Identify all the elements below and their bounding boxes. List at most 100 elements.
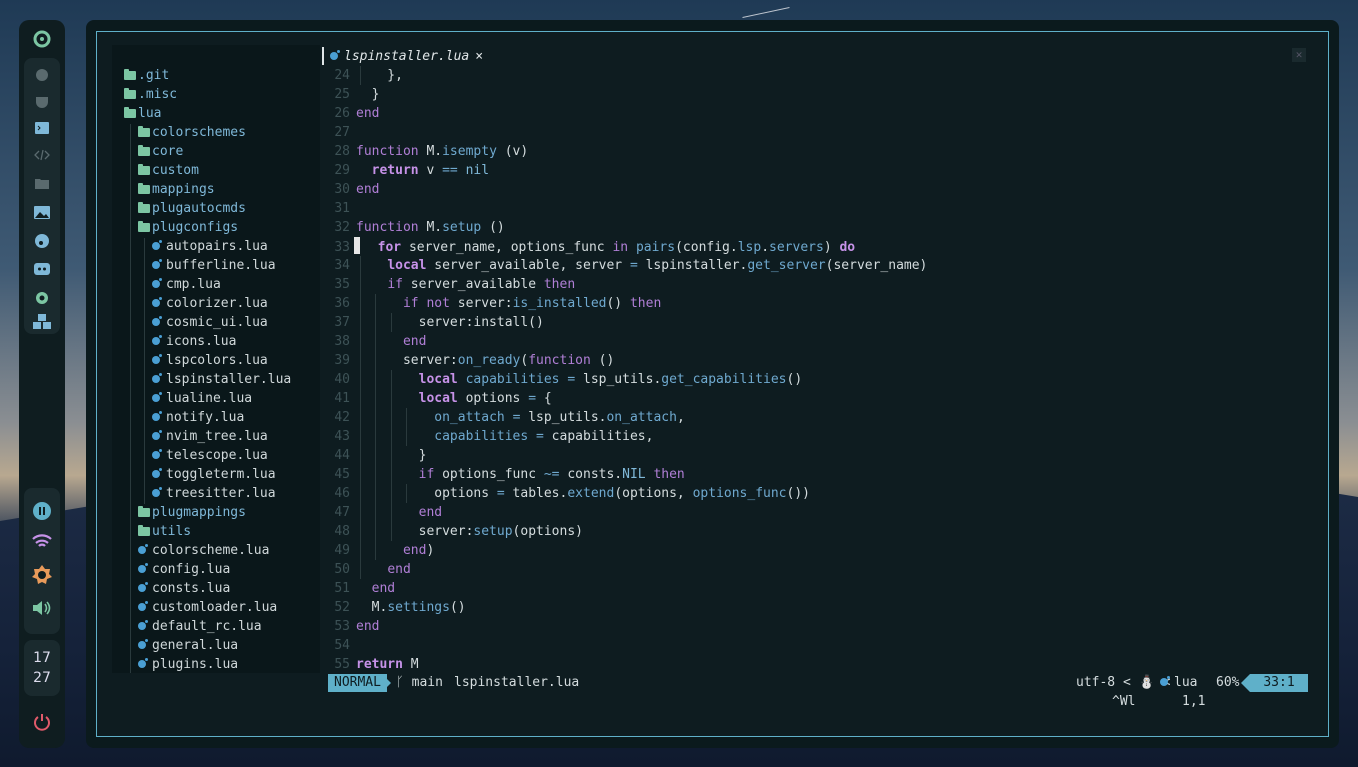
code-line[interactable]: 43 capabilities = capabilities, — [322, 427, 927, 446]
code-line[interactable]: 37 server:install() — [322, 313, 927, 332]
tree-folder[interactable]: plugautocmds — [138, 199, 246, 218]
firefox-icon[interactable] — [32, 65, 52, 85]
tab-filename[interactable]: lspinstaller.lua — [344, 49, 469, 64]
code-line[interactable]: 32 function M.setup () — [322, 218, 927, 237]
cubes-icon[interactable] — [32, 312, 52, 332]
code-text: capabilities = capabilities, — [434, 429, 654, 444]
tree-file[interactable]: bufferline.lua — [152, 256, 276, 275]
folder-icon[interactable] — [32, 173, 52, 193]
code-text: local server_available, server = lspinst… — [387, 258, 928, 273]
tree-file[interactable]: plugins.lua — [138, 655, 238, 674]
code-line[interactable]: 34 local server_available, server = lspi… — [322, 256, 927, 275]
volume-icon[interactable] — [32, 598, 52, 618]
code-line[interactable]: 28 function M.isempty (v) — [322, 142, 927, 161]
tree-file[interactable]: colorizer.lua — [152, 294, 268, 313]
tree-file[interactable]: general.lua — [138, 636, 238, 655]
indent-guide — [144, 238, 145, 504]
tree-file[interactable]: telescope.lua — [152, 446, 268, 465]
tree-folder[interactable]: core — [138, 142, 183, 161]
brightness-icon[interactable] — [32, 565, 52, 585]
tree-file[interactable]: consts.lua — [138, 579, 230, 598]
code-line[interactable]: 46 options = tables.extend(options, opti… — [322, 484, 927, 503]
line-number: 47 — [334, 505, 350, 520]
code-line[interactable]: 45 if options_func ~= consts.NIL then — [322, 465, 927, 484]
pause-icon[interactable] — [32, 501, 52, 521]
code-line[interactable]: 50 end — [322, 560, 927, 579]
pocket-icon[interactable] — [32, 92, 52, 112]
indent-guide — [359, 66, 361, 85]
code-line[interactable]: 48 server:setup(options) — [322, 522, 927, 541]
tree-item-label: colorizer.lua — [166, 296, 268, 311]
code-line[interactable]: 36 if not server:is_installed() then — [322, 294, 927, 313]
code-line[interactable]: 53 end — [322, 617, 927, 636]
discord-icon[interactable] — [32, 259, 52, 279]
tree-file[interactable]: nvim_tree.lua — [152, 427, 268, 446]
tree-folder[interactable]: plugmappings — [138, 503, 246, 522]
code-line[interactable]: 40 local capabilities = lsp_utils.get_ca… — [322, 370, 927, 389]
code-icon[interactable] — [32, 145, 52, 165]
folder-icon — [124, 107, 136, 118]
tree-file[interactable]: config.lua — [138, 560, 230, 579]
line-number: 46 — [334, 486, 350, 501]
tree-file[interactable]: toggleterm.lua — [152, 465, 276, 484]
line-number: 38 — [334, 334, 350, 349]
code-line[interactable]: 49 end) — [322, 541, 927, 560]
tab-close-icon[interactable]: × — [475, 49, 483, 64]
tree-file[interactable]: cmp.lua — [152, 275, 221, 294]
code-line[interactable]: 35 if server_available then — [322, 275, 927, 294]
terminal-icon[interactable] — [32, 118, 52, 138]
code-line[interactable]: 24 }, — [322, 66, 927, 85]
code-line[interactable]: 55 return M — [322, 655, 927, 674]
code-line[interactable]: 41 local options = { — [322, 389, 927, 408]
code-line[interactable]: 51 end — [322, 579, 927, 598]
tree-folder[interactable]: .git — [124, 66, 169, 85]
code-line[interactable]: 47 end — [322, 503, 927, 522]
tree-file[interactable]: treesitter.lua — [152, 484, 276, 503]
tree-folder[interactable]: .misc — [124, 85, 177, 104]
code-line[interactable]: 25 } — [322, 85, 927, 104]
code-area[interactable]: 24 }, 25 } 26 end 27 28 function M.isempty (v)… — [322, 66, 927, 674]
code-line[interactable]: 33 for server_name, options_func in pair… — [322, 237, 927, 256]
code-line[interactable]: 42 on_attach = lsp_utils.on_attach, — [322, 408, 927, 427]
line-number: 52 — [334, 600, 350, 615]
tree-file[interactable]: colorscheme.lua — [138, 541, 269, 560]
code-text: options = tables.extend(options, options… — [356, 486, 810, 501]
tree-file[interactable]: lspinstaller.lua — [152, 370, 291, 389]
tree-folder[interactable]: custom — [138, 161, 199, 180]
ubuntu-logo-icon[interactable] — [32, 29, 52, 49]
tree-folder[interactable]: plugconfigs — [138, 218, 238, 237]
music-icon[interactable] — [32, 231, 52, 251]
code-line[interactable]: 26 end — [322, 104, 927, 123]
gear-icon[interactable] — [32, 288, 52, 308]
code-line[interactable]: 52 M.settings() — [322, 598, 927, 617]
tree-item-label: config.lua — [152, 562, 231, 577]
tree-file[interactable]: lualine.lua — [152, 389, 252, 408]
image-icon[interactable] — [32, 202, 52, 222]
code-line[interactable]: 54 — [322, 636, 927, 655]
folder-icon — [124, 69, 136, 80]
tree-file[interactable]: notify.lua — [152, 408, 244, 427]
mode-separator — [382, 674, 391, 692]
tree-file[interactable]: autopairs.lua — [152, 237, 268, 256]
tree-file[interactable]: cosmic_ui.lua — [152, 313, 268, 332]
code-line[interactable]: 30 end — [322, 180, 927, 199]
code-line[interactable]: 27 — [322, 123, 927, 142]
code-line[interactable]: 29 return v == nil — [322, 161, 927, 180]
tree-file[interactable]: lspcolors.lua — [152, 351, 268, 370]
tree-folder[interactable]: colorschemes — [138, 123, 246, 142]
indent-guide — [375, 541, 377, 560]
code-line[interactable]: 38 end — [322, 332, 927, 351]
tree-folder[interactable]: utils — [138, 522, 191, 541]
tree-folder[interactable]: mappings — [138, 180, 215, 199]
tree-file[interactable]: icons.lua — [152, 332, 236, 351]
tree-file[interactable]: customloader.lua — [138, 598, 277, 617]
tree-item-label: consts.lua — [152, 581, 231, 596]
tree-file[interactable]: default_rc.lua — [138, 617, 262, 636]
code-line[interactable]: 44 } — [322, 446, 927, 465]
power-icon[interactable] — [32, 712, 52, 732]
wifi-icon[interactable] — [32, 532, 52, 552]
code-line[interactable]: 31 — [322, 199, 927, 218]
close-all-icon[interactable]: ✕ — [1292, 48, 1306, 62]
tree-folder[interactable]: lua — [124, 104, 161, 123]
code-line[interactable]: 39 server:on_ready(function () — [322, 351, 927, 370]
